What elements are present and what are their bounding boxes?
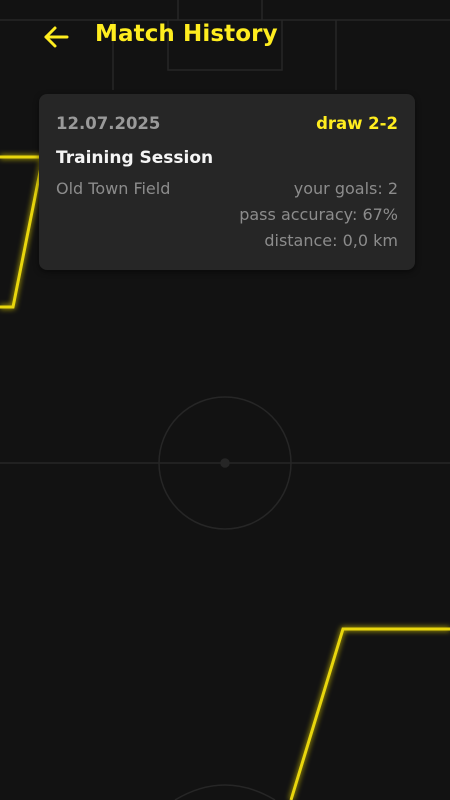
match-location: Old Town Field [56, 179, 171, 198]
app-header: Match History [0, 0, 450, 76]
arrow-left-icon [44, 26, 69, 48]
match-title: Training Session [56, 148, 214, 168]
back-button[interactable] [40, 22, 72, 52]
match-date: 12.07.2025 [56, 114, 161, 133]
page-title: Match History [95, 21, 278, 47]
stat-distance: distance: 0,0 km [264, 231, 398, 250]
stat-pass-accuracy: pass accuracy: 67% [239, 205, 398, 224]
match-card[interactable]: 12.07.2025 draw 2-2 Training Session Old… [39, 94, 415, 270]
stat-goals: your goals: 2 [293, 179, 398, 198]
match-result: draw 2-2 [316, 114, 398, 133]
